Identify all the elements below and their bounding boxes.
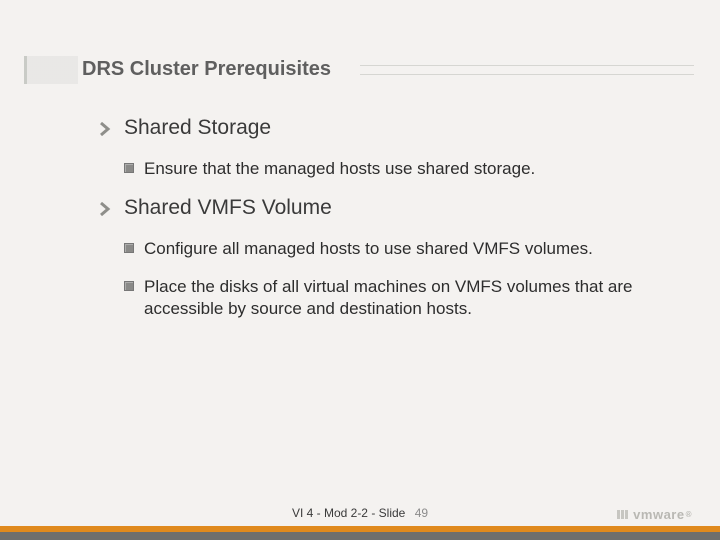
content-area: Shared Storage Ensure that the managed h… [100, 110, 670, 336]
section-heading: Shared VMFS Volume [100, 196, 670, 220]
footer-label: VI 4 - Mod 2-2 - Slide [292, 506, 405, 520]
bullet-text: Place the disks of all virtual machines … [144, 276, 670, 320]
bullet-text: Ensure that the managed hosts use shared… [144, 158, 535, 180]
chevron-icon [100, 202, 114, 216]
slide: DRS Cluster Prerequisites Shared Storage… [0, 0, 720, 540]
square-bullet-icon [124, 281, 134, 291]
page-number: 49 [415, 506, 428, 520]
title-bar: DRS Cluster Prerequisites [0, 56, 720, 84]
list-item: Configure all managed hosts to use share… [124, 238, 670, 260]
footer-text: VI 4 - Mod 2-2 - Slide 49 [0, 506, 720, 520]
vmware-logo: vmware ® [617, 507, 692, 522]
logo-boxes-icon [617, 510, 629, 519]
list-item: Place the disks of all virtual machines … [124, 276, 670, 320]
logo-text: vmware [633, 507, 684, 522]
section-heading-text: Shared Storage [124, 116, 271, 140]
bullet-text: Configure all managed hosts to use share… [144, 238, 593, 260]
section-heading: Shared Storage [100, 116, 670, 140]
square-bullet-icon [124, 163, 134, 173]
title-accent [24, 56, 78, 84]
title-rule [360, 65, 694, 75]
list-item: Ensure that the managed hosts use shared… [124, 158, 670, 180]
chevron-icon [100, 122, 114, 136]
square-bullet-icon [124, 243, 134, 253]
footer-stripe-gray [0, 532, 720, 540]
section-heading-text: Shared VMFS Volume [124, 196, 332, 220]
registered-icon: ® [686, 510, 692, 519]
slide-title: DRS Cluster Prerequisites [82, 58, 337, 81]
